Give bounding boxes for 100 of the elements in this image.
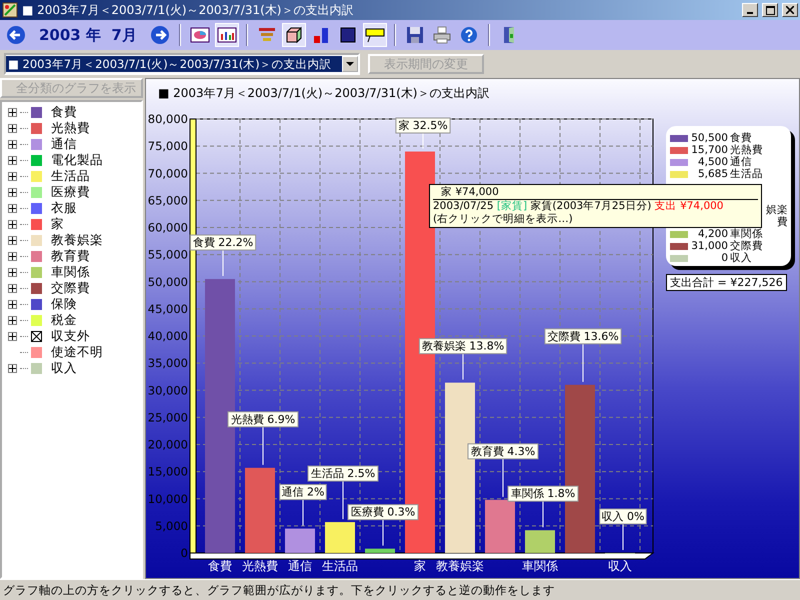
axis-label: 収入 (608, 559, 632, 573)
tree-item[interactable]: 電化製品 (51, 152, 103, 168)
axis-label: 20,000 (148, 438, 188, 452)
expand-icon[interactable] (8, 220, 17, 228)
axis-label: 30,000 (148, 383, 188, 398)
data-label: 交際費 13.6% (547, 330, 619, 343)
legend-amount: 15,700 (690, 144, 728, 156)
total-label: 支出合計 = ¥227,526 (666, 274, 787, 291)
tree-item[interactable]: 教養娯楽 (51, 232, 103, 248)
tree-item[interactable]: 収入 (51, 360, 77, 376)
legend-label: 通信 (730, 156, 752, 168)
axis-label: 家 (414, 559, 426, 573)
save-icon (404, 25, 425, 45)
legend-label: 食費 (730, 132, 752, 144)
leader-line (502, 457, 504, 498)
axis-label: 50,000 (148, 274, 188, 289)
tree-item[interactable]: 光熱費 (51, 120, 90, 136)
tree-item[interactable]: 衣服 (51, 200, 77, 216)
legend-label: 車関係 (730, 228, 763, 240)
legend-amount: 0 (720, 252, 728, 264)
expand-icon[interactable] (8, 188, 17, 196)
expand-icon[interactable] (8, 364, 17, 372)
data-label: 教養娯楽 13.8% (418, 338, 508, 354)
expand-icon[interactable] (8, 300, 17, 308)
data-label: 生活品 2.5% (310, 467, 376, 480)
tree-item[interactable]: 車関係 (51, 264, 90, 280)
legend-amount: 4,200 (696, 228, 728, 240)
axis-label: 35,000 (148, 356, 188, 370)
data-label: 教育費 4.3% (468, 443, 538, 460)
expand-icon[interactable] (8, 156, 17, 164)
tree-item[interactable]: 通信 (51, 136, 77, 152)
tree-item[interactable]: 保険 (51, 296, 77, 312)
toolbar-button[interactable] (282, 23, 306, 47)
axis-label: 食費 (208, 559, 232, 573)
axis-label: 生活品 (322, 559, 358, 573)
expand-icon[interactable] (8, 108, 17, 116)
expand-icon[interactable] (8, 316, 17, 324)
axis-label: 45,000 (148, 302, 188, 316)
bar-chart-icon (216, 25, 237, 45)
leader-line (582, 342, 584, 382)
expand-icon[interactable] (8, 140, 17, 148)
tree-item[interactable]: 生活品 (51, 168, 90, 184)
tree-item[interactable]: 交際費 (51, 280, 90, 296)
tree-item[interactable]: 収支外 (51, 328, 90, 344)
data-label: 車関係 1.8% (508, 486, 578, 502)
pie-chart-icon (190, 25, 210, 45)
tree-item[interactable]: 税金 (51, 312, 77, 328)
axis-label: 70,000 (148, 166, 188, 180)
toolbar-button[interactable] (214, 23, 239, 47)
expand-icon[interactable] (8, 268, 17, 276)
app-icon (2, 2, 18, 18)
data-label: 食費 22.2% (190, 234, 256, 251)
axis-label: 10,000 (148, 492, 188, 506)
data-label: 交際費 13.6% (544, 328, 622, 344)
axis-label: 40,000 (148, 329, 188, 343)
legend-label: 生活品 (730, 168, 763, 180)
tree-item[interactable]: 医療費 (51, 184, 90, 200)
expand-icon[interactable] (8, 236, 17, 244)
maximize-icon (766, 6, 774, 14)
data-label: 教育費 4.3% (470, 444, 536, 458)
axis-label: 0 (180, 546, 188, 560)
leader-line (622, 522, 624, 550)
tree-item[interactable]: 使途不明 (51, 344, 103, 360)
expand-icon[interactable] (8, 284, 17, 292)
maximize-button[interactable] (762, 3, 778, 17)
expand-icon[interactable] (8, 172, 17, 180)
toolbar-button[interactable] (362, 23, 387, 47)
close-button[interactable] (782, 3, 798, 17)
expand-icon[interactable] (8, 124, 17, 132)
expand-icon[interactable] (8, 204, 17, 212)
entry-tag: [家賃] (496, 200, 528, 212)
leader-line (342, 480, 344, 520)
axis-label: 55,000 (148, 248, 188, 262)
axis-label: 教養娯楽 (436, 559, 484, 573)
leader-line (222, 248, 224, 277)
entry-date: 2003/07/25 (433, 200, 495, 212)
expand-icon[interactable] (8, 332, 17, 340)
tooltip-title: 家 ¥74,000 (441, 186, 499, 198)
legend-label: 費 (777, 216, 788, 228)
window-title: ■ 2003年7月＜2003/7/1(火)～2003/7/31(木)＞の支出内訳 (22, 2, 354, 18)
data-label: 生活品 2.5% (308, 466, 378, 482)
leader-line (302, 498, 304, 526)
entry-amount: 支出 ¥74,000 (654, 200, 724, 212)
axis-label: 5,000 (155, 518, 188, 533)
legend-label: 娯楽 (766, 204, 788, 216)
axis-label: 65,000 (148, 193, 188, 208)
data-label: 医療費 0.3% (350, 506, 416, 519)
data-label: 通信 2% (279, 484, 327, 500)
expand-icon[interactable] (8, 252, 17, 260)
help-icon (458, 25, 479, 45)
period-dropdown[interactable]: ■ 2003年7月＜2003/7/1(火)～2003/7/31(木)＞の支出内訳 (4, 53, 360, 75)
tree-item[interactable]: 家 (51, 216, 64, 232)
data-label: 光熱費 6.9% (230, 412, 296, 426)
minimize-button[interactable] (742, 3, 758, 17)
dropdown-button[interactable] (342, 56, 358, 72)
legend-label: 交際費 (730, 240, 763, 252)
month-label: 2003 年 7月 (38, 26, 138, 44)
toolbar-button[interactable] (4, 23, 28, 47)
tree-item[interactable]: 食費 (51, 104, 77, 120)
tree-item[interactable]: 教育費 (51, 248, 90, 264)
